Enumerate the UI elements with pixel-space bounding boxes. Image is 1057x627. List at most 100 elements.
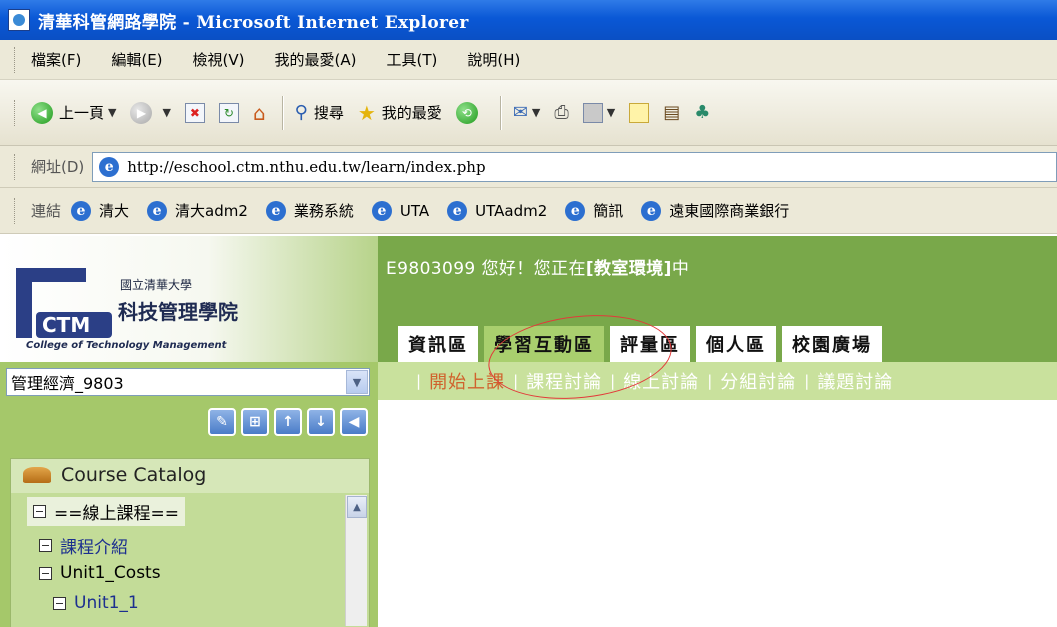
tab-personal[interactable]: 個人區 xyxy=(696,326,776,362)
menu-edit[interactable]: 編輯(E) xyxy=(111,49,162,70)
left-sidebar: CTM 國立清華大學 科技管理學院 College of Technology … xyxy=(0,236,378,627)
scroll-up-icon[interactable]: ▲ xyxy=(347,496,367,518)
research-icon: ▤ xyxy=(663,102,681,123)
favorites-button[interactable]: ★ 我的最愛 xyxy=(358,101,442,125)
ctm-logo-icon: CTM xyxy=(16,268,112,338)
ie-page-icon: e xyxy=(99,156,120,177)
subnav-course-discussion[interactable]: 課程討論 xyxy=(526,368,602,394)
tree-item-course-intro[interactable]: 課程介紹 xyxy=(39,533,128,558)
toolbar-separator-2 xyxy=(499,95,501,130)
sub-navigation: | 開始上課 | 課程討論 | 線上討論 | 分組討論 | 議題討論 xyxy=(378,362,1057,400)
menu-tools[interactable]: 工具(T) xyxy=(386,49,437,70)
collapse-left-icon[interactable]: ◀ xyxy=(340,408,368,436)
ie-link-icon: e xyxy=(447,200,468,221)
greeting-text: E9803099 您好！您正在[教室環境]中 xyxy=(386,254,689,279)
svg-text:CTM: CTM xyxy=(42,313,90,337)
link-label: 清大adm2 xyxy=(175,202,248,220)
link-uta[interactable]: e UTA xyxy=(371,200,429,221)
ie-link-icon: e xyxy=(641,200,662,221)
addressbar-grip xyxy=(14,153,17,180)
link-business-system[interactable]: e 業務系統 xyxy=(265,200,354,221)
link-nthu-adm2[interactable]: e 清大adm2 xyxy=(147,200,248,221)
back-arrow-icon: ◀ xyxy=(31,101,53,124)
main-tabs: 資訊區 學習互動區 評量區 個人區 校園廣場 xyxy=(398,326,882,362)
edit-dropdown-icon[interactable]: ▼ xyxy=(607,106,615,119)
link-sms[interactable]: e 簡訊 xyxy=(565,200,623,221)
tree-item-label: ==線上課程== xyxy=(54,504,179,524)
favorites-label: 我的最愛 xyxy=(381,104,442,122)
link-far-eastern-bank[interactable]: e 遠東國際商業銀行 xyxy=(641,200,789,221)
tree-item-online-courses[interactable]: ==線上課程== xyxy=(27,497,185,526)
forward-dropdown-icon[interactable]: ▼ xyxy=(162,106,170,119)
menu-bar: 檔案(F) 編輯(E) 檢視(V) 我的最愛(A) 工具(T) 說明(H) xyxy=(0,40,1057,80)
book-icon xyxy=(23,467,51,483)
search-label: 搜尋 xyxy=(313,104,344,122)
address-label: 網址(D) xyxy=(31,158,85,176)
mail-button[interactable]: ✉ ▼ xyxy=(513,102,541,123)
catalog-tree: ==線上課程== 課程介紹 Unit1_Costs Unit1_1 ▲ xyxy=(11,493,369,627)
address-bar: 網址(D) e http://eschool.ctm.nthu.edu.tw/l… xyxy=(0,146,1057,188)
collapse-box-icon[interactable] xyxy=(39,566,52,580)
chevron-down-icon[interactable]: ▼ xyxy=(346,370,368,394)
tree-item-unit1-costs[interactable]: Unit1_Costs xyxy=(39,563,161,583)
mail-dropdown-icon[interactable]: ▼ xyxy=(532,106,540,119)
college-english-name: College of Technology Management xyxy=(26,340,227,351)
tab-learning-interaction[interactable]: 學習互動區 xyxy=(484,326,604,362)
back-dropdown-icon[interactable]: ▼ xyxy=(108,106,116,119)
menu-help[interactable]: 說明(H) xyxy=(467,49,520,70)
link-label: 清大 xyxy=(99,202,130,220)
collapse-box-icon[interactable] xyxy=(53,596,66,610)
back-button[interactable]: ◀ 上一頁 ▼ xyxy=(31,101,116,124)
tab-info[interactable]: 資訊區 xyxy=(398,326,478,362)
links-label: 連結 xyxy=(31,202,62,220)
subnav-topic-discussion[interactable]: 議題討論 xyxy=(817,368,893,394)
address-url: http://eschool.ctm.nthu.edu.tw/learn/ind… xyxy=(127,157,486,176)
edit-button[interactable]: ▼ xyxy=(582,102,615,123)
history-button[interactable]: ⟲ xyxy=(455,101,484,124)
history-icon: ⟲ xyxy=(455,101,478,124)
tree-item-label: 課程介紹 xyxy=(60,538,128,558)
expand-tree-icon[interactable]: ⊞ xyxy=(241,408,269,436)
print-button[interactable]: ⎙ xyxy=(554,102,568,123)
catalog-scrollbar[interactable]: ▲ xyxy=(345,495,367,626)
toolbar-grip xyxy=(14,99,17,126)
ie-link-icon: e xyxy=(565,200,586,221)
discuss-button[interactable] xyxy=(629,102,650,123)
subnav-online-discussion[interactable]: 線上討論 xyxy=(623,368,699,394)
address-input[interactable]: e http://eschool.ctm.nthu.edu.tw/learn/i… xyxy=(92,151,1057,182)
subnav-group-discussion[interactable]: 分組討論 xyxy=(720,368,796,394)
messenger-button[interactable]: ♣ xyxy=(694,102,710,123)
link-uta-adm2[interactable]: e UTAadm2 xyxy=(447,200,548,221)
tab-assessment[interactable]: 評量區 xyxy=(610,326,690,362)
forward-button[interactable]: ▶ ▼ xyxy=(130,101,171,124)
refresh-button[interactable]: ↻ xyxy=(218,102,239,123)
window-titlebar: 清華科管網路學院 - Microsoft Internet Explorer xyxy=(0,0,1057,40)
tab-campus-square[interactable]: 校園廣場 xyxy=(782,326,882,362)
link-label: UTAadm2 xyxy=(475,201,548,220)
subnav-start-class[interactable]: 開始上課 xyxy=(429,368,505,394)
collapse-box-icon[interactable] xyxy=(39,539,52,552)
home-button[interactable]: ⌂ xyxy=(253,101,266,125)
arrow-up-icon[interactable]: ↑ xyxy=(274,408,302,436)
research-button[interactable]: ▤ xyxy=(663,102,680,123)
edit-pencil-icon[interactable]: ✎ xyxy=(208,408,236,436)
menu-favorites[interactable]: 我的最愛(A) xyxy=(275,49,357,70)
star-icon: ★ xyxy=(357,100,376,125)
refresh-icon: ↻ xyxy=(218,102,239,123)
menu-file[interactable]: 檔案(F) xyxy=(31,49,81,70)
main-content-area xyxy=(378,400,1057,627)
link-nthu[interactable]: e 清大 xyxy=(71,200,129,221)
arrow-down-icon[interactable]: ↓ xyxy=(307,408,335,436)
note-icon xyxy=(629,102,650,123)
collapse-box-icon[interactable] xyxy=(33,505,46,518)
course-select[interactable]: 管理經濟_9803 ▼ xyxy=(6,368,370,396)
menu-view[interactable]: 檢視(V) xyxy=(193,49,245,70)
greeting-suffix: 中 xyxy=(671,259,690,279)
page-header: E9803099 您好！您正在[教室環境]中 資訊區 學習互動區 評量區 個人區… xyxy=(378,236,1057,362)
tree-item-unit1-1[interactable]: Unit1_1 xyxy=(53,593,139,613)
links-bar: 連結 e 清大 e 清大adm2 e 業務系統 e UTA e UTAadm2 e 簡訊 e… xyxy=(0,188,1057,234)
link-label: 業務系統 xyxy=(293,202,354,220)
search-button[interactable]: ⚲ 搜尋 xyxy=(295,102,344,123)
stop-button[interactable]: ✖ xyxy=(184,102,205,123)
search-icon: ⚲ xyxy=(294,102,308,123)
